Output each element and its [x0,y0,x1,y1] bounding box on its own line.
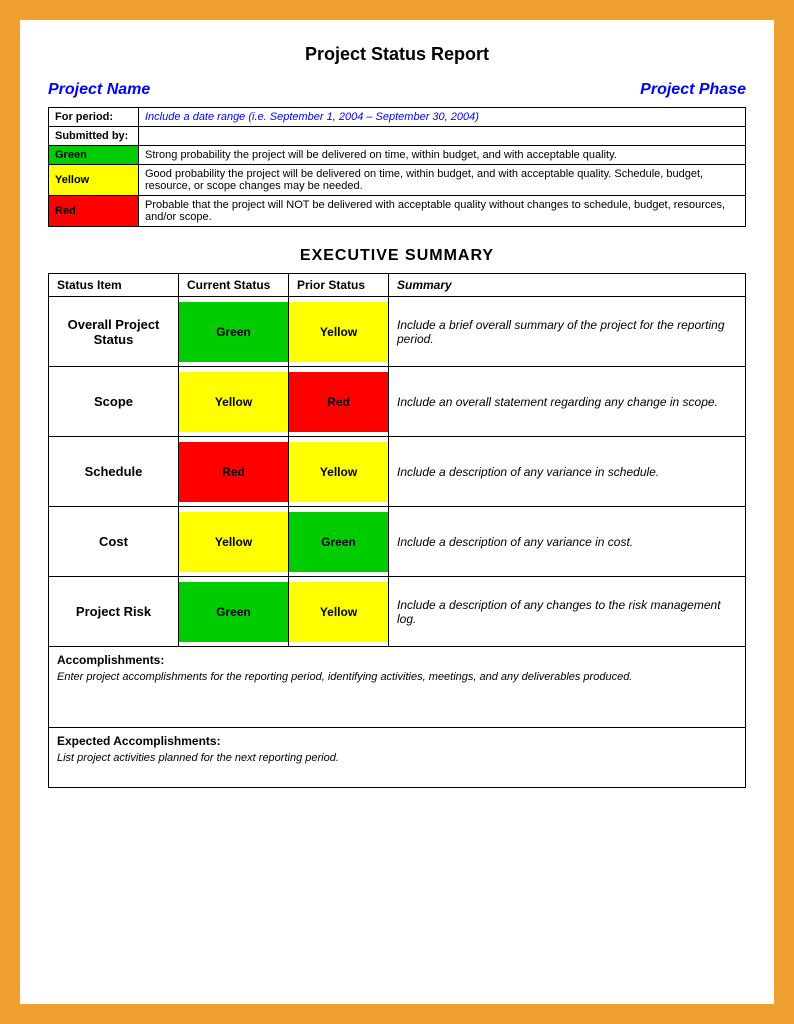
expected-text: List project activities planned for the … [57,752,737,764]
summary-cell: Include a description of any changes to … [389,577,746,647]
prior-status-cell: Red [289,367,389,437]
period-row: For period: Include a date range (i.e. S… [49,108,746,127]
status-item-cell: Schedule [49,437,179,507]
current-status-cell: Green [179,297,289,367]
prior-status-cell: Yellow [289,437,389,507]
current-status-cell: Red [179,437,289,507]
prior-status-cell: Yellow [289,577,389,647]
period-label: For period: [49,108,139,127]
header-summary: Summary [389,274,746,297]
yellow-legend-row: Yellow Good probability the project will… [49,165,746,196]
table-row: Overall Project StatusGreenYellowInclude… [49,297,746,367]
info-table: For period: Include a date range (i.e. S… [48,107,746,227]
status-item-cell: Scope [49,367,179,437]
prior-status-cell: Green [289,507,389,577]
executive-summary-title: EXECUTIVE SUMMARY [48,247,746,265]
accomplishments-text: Enter project accomplishments for the re… [57,671,737,721]
green-desc: Strong probability the project will be d… [139,146,746,165]
red-desc: Probable that the project will NOT be de… [139,196,746,227]
yellow-label: Yellow [49,165,139,196]
accomplishments-section: Accomplishments: Enter project accomplis… [48,647,746,728]
table-row: Project RiskGreenYellowInclude a descrip… [49,577,746,647]
submitted-row: Submitted by: [49,127,746,146]
current-status-cell: Yellow [179,367,289,437]
period-value: Include a date range (i.e. September 1, … [139,108,746,127]
green-legend-row: Green Strong probability the project wil… [49,146,746,165]
table-row: ScheduleRedYellowInclude a description o… [49,437,746,507]
red-label: Red [49,196,139,227]
exec-table: Status Item Current Status Prior Status … [48,273,746,647]
green-label: Green [49,146,139,165]
summary-cell: Include a description of any variance in… [389,437,746,507]
project-phase-label: Project Phase [640,81,746,99]
table-row: ScopeYellowRedInclude an overall stateme… [49,367,746,437]
header-prior-status: Prior Status [289,274,389,297]
status-item-cell: Project Risk [49,577,179,647]
expected-title: Expected Accomplishments: [57,734,737,748]
current-status-cell: Yellow [179,507,289,577]
submitted-label: Submitted by: [49,127,139,146]
prior-status-cell: Yellow [289,297,389,367]
accomplishments-title: Accomplishments: [57,653,737,667]
page-title: Project Status Report [48,44,746,65]
red-legend-row: Red Probable that the project will NOT b… [49,196,746,227]
summary-cell: Include an overall statement regarding a… [389,367,746,437]
summary-cell: Include a description of any variance in… [389,507,746,577]
header-status-item: Status Item [49,274,179,297]
table-row: CostYellowGreenInclude a description of … [49,507,746,577]
page: Project Status Report Project Name Proje… [20,20,774,1004]
submitted-value [139,127,746,146]
header-current-status: Current Status [179,274,289,297]
expected-accomplishments-section: Expected Accomplishments: List project a… [48,728,746,788]
yellow-desc: Good probability the project will be del… [139,165,746,196]
summary-cell: Include a brief overall summary of the p… [389,297,746,367]
header-row: Project Name Project Phase [48,81,746,99]
status-item-cell: Overall Project Status [49,297,179,367]
current-status-cell: Green [179,577,289,647]
project-name-label: Project Name [48,81,150,99]
exec-header-row: Status Item Current Status Prior Status … [49,274,746,297]
status-item-cell: Cost [49,507,179,577]
